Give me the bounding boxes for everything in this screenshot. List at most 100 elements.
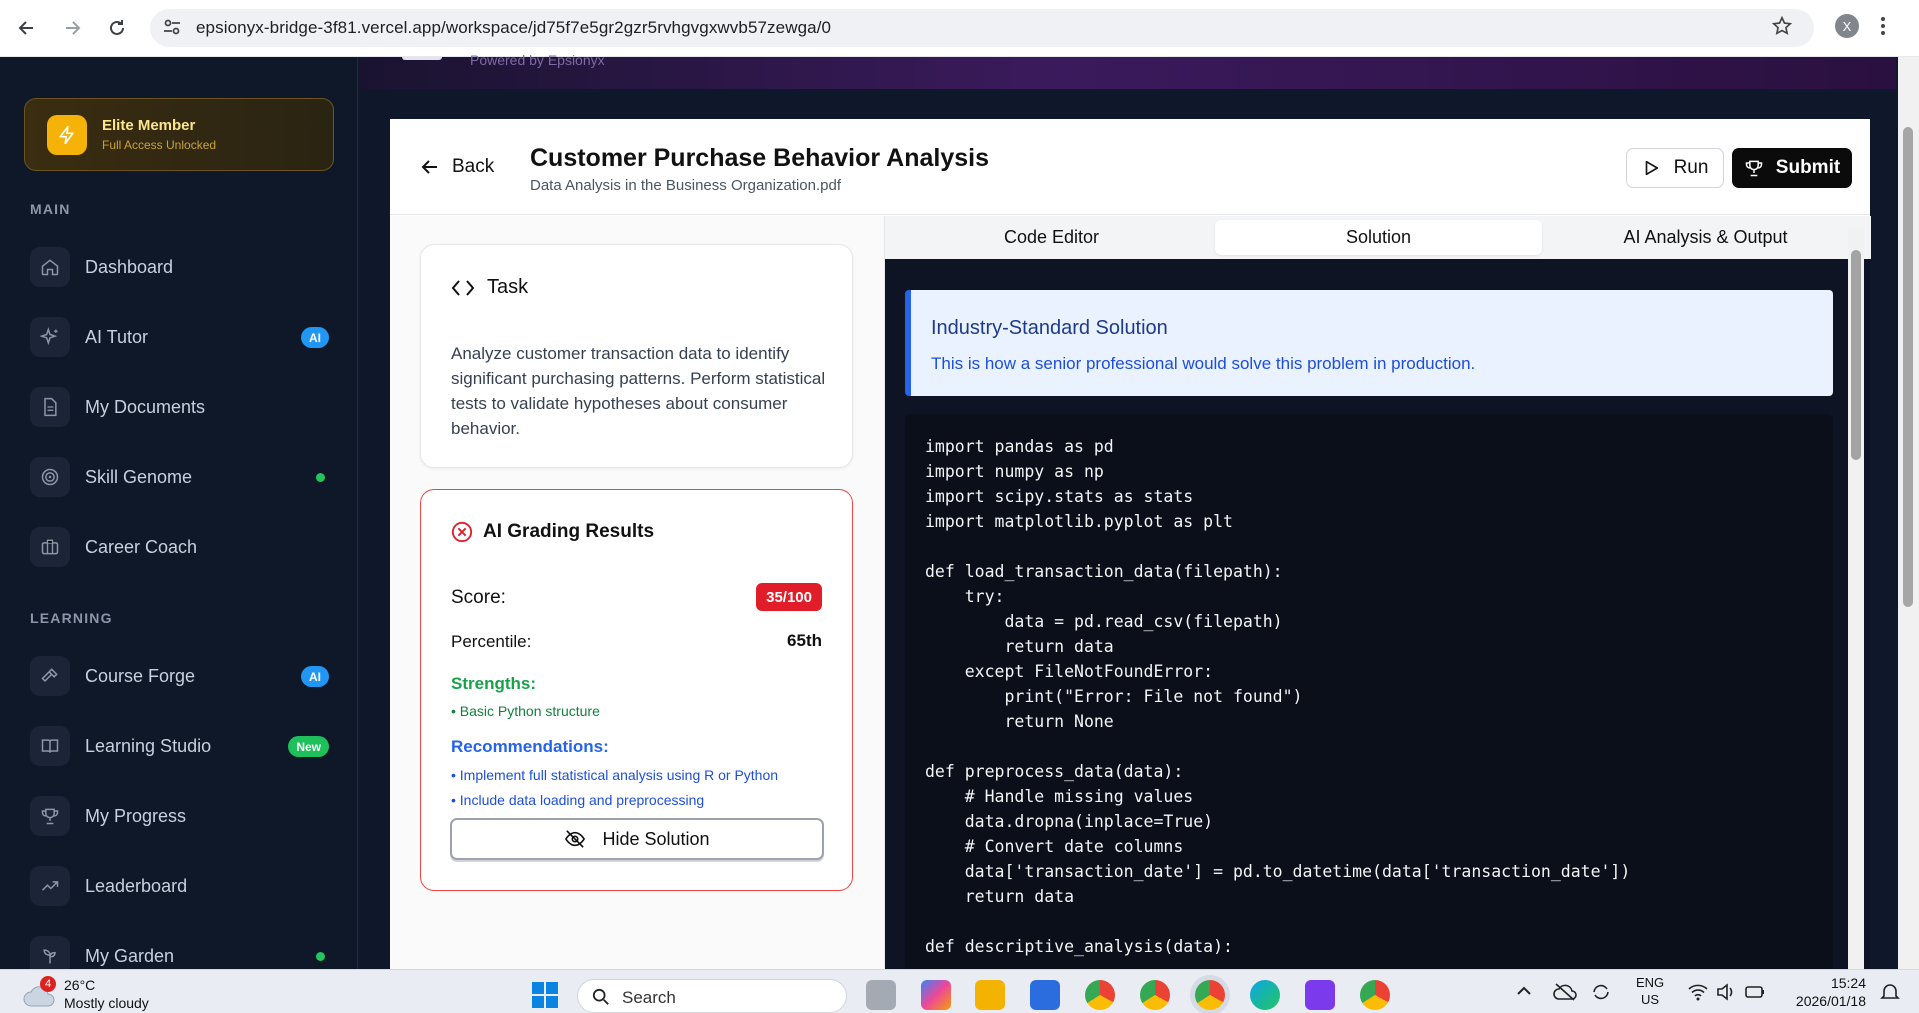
page-scrollbar-thumb[interactable] <box>1903 127 1913 607</box>
hide-solution-label: Hide Solution <box>602 828 710 849</box>
back-arrow-icon[interactable] <box>12 13 42 43</box>
page-scrollbar[interactable] <box>1898 57 1919 969</box>
elite-member-card[interactable]: Elite Member Full Access Unlocked <box>24 98 334 171</box>
sync-icon[interactable] <box>1590 982 1612 1002</box>
sidebar-item-skill-genome[interactable]: Skill Genome <box>30 453 335 501</box>
trophy-icon <box>30 796 70 836</box>
sidebar-item-my-progress[interactable]: My Progress <box>30 792 335 840</box>
ai-badge: AI <box>301 327 329 348</box>
chevron-up-icon[interactable] <box>1516 984 1532 996</box>
solution-description: This is how a senior professional would … <box>931 354 1476 373</box>
eye-off-icon <box>565 830 586 848</box>
sidebar-item-career-coach[interactable]: Career Coach <box>30 523 335 571</box>
hammer-icon <box>30 656 70 696</box>
sidebar-item-my-garden[interactable]: My Garden <box>30 932 335 969</box>
wifi-icon[interactable] <box>1688 983 1708 1001</box>
back-button[interactable]: Back <box>420 156 494 178</box>
sidebar-item-ai-tutor[interactable]: AI Tutor AI <box>30 313 335 361</box>
back-label: Back <box>452 156 495 177</box>
os-taskbar: 4 26°C Mostly cloudy Search ENG US 15:24… <box>0 969 1919 1013</box>
score-label: Score: <box>451 587 506 608</box>
solution-info-box: Industry-Standard Solution This is how a… <box>905 290 1833 396</box>
run-button[interactable]: Run <box>1626 148 1724 188</box>
sidebar-item-course-forge[interactable]: Course Forge AI <box>30 652 335 700</box>
page-title: Customer Purchase Behavior Analysis <box>530 144 989 172</box>
bookmark-star-icon[interactable] <box>1771 15 1793 37</box>
clock-date: 2026/01/18 <box>1795 993 1866 1009</box>
sidebar-item-label: Skill Genome <box>85 466 193 487</box>
sidebar-item-leaderboard[interactable]: Leaderboard <box>30 862 335 910</box>
store-icon[interactable] <box>1030 980 1060 1010</box>
notifications-icon[interactable] <box>1880 982 1900 1002</box>
clock-time: 15:24 <box>1830 975 1866 991</box>
solution-code-block[interactable]: import pandas as pd import numpy as np i… <box>905 414 1833 974</box>
cloud-off-icon[interactable] <box>1553 982 1577 1002</box>
recommendation-item: • Implement full statistical analysis us… <box>451 767 779 783</box>
system-clock[interactable]: 15:24 2026/01/18 <box>1786 974 1866 1010</box>
volume-icon[interactable] <box>1716 983 1736 1001</box>
strengths-label: Strengths: <box>451 674 536 693</box>
forward-arrow-icon[interactable] <box>57 13 87 43</box>
logo <box>402 57 442 60</box>
submit-button[interactable]: Submit <box>1732 148 1852 188</box>
code-icon <box>451 279 475 296</box>
task-panel: Task Analyze customer transaction data t… <box>390 216 884 969</box>
reload-icon[interactable] <box>102 13 132 43</box>
windows-start-icon[interactable] <box>530 980 560 1010</box>
sidebar-item-label: Dashboard <box>85 256 174 277</box>
chrome-active-icon[interactable] <box>1195 980 1225 1010</box>
strength-item: • Basic Python structure <box>451 703 600 719</box>
profile-avatar[interactable]: X <box>1835 14 1859 38</box>
chrome-profile-2-icon[interactable] <box>1360 980 1390 1010</box>
sidebar-item-label: Learning Studio <box>85 735 212 756</box>
url-text[interactable]: epsionyx-bridge-3f81.vercel.app/workspac… <box>196 18 831 38</box>
target-icon <box>30 457 70 497</box>
taskbar-search[interactable]: Search <box>577 979 847 1013</box>
grading-heading: AI Grading Results <box>451 521 654 543</box>
grading-results-card: AI Grading Results Score: 35/100 Percent… <box>420 489 853 891</box>
sidebar-item-learning-studio[interactable]: Learning Studio New <box>30 722 335 770</box>
sidebar-item-dashboard[interactable]: Dashboard <box>30 243 335 291</box>
copilot-icon[interactable] <box>921 980 951 1010</box>
sidebar-item-label: Career Coach <box>85 536 198 557</box>
book-icon <box>30 726 70 766</box>
sparkles-icon <box>30 317 70 357</box>
app-sidebar: Elite Member Full Access Unlocked MAIN D… <box>0 57 358 969</box>
sidebar-item-label: Leaderboard <box>85 875 188 896</box>
weather-condition[interactable]: Mostly cloudy <box>64 995 149 1011</box>
task-heading-label: Task <box>487 276 529 298</box>
chrome-icon[interactable] <box>1085 980 1115 1010</box>
battery-icon[interactable] <box>1744 983 1766 1001</box>
grading-heading-label: AI Grading Results <box>483 521 655 542</box>
x-circle-icon <box>451 521 473 543</box>
play-icon <box>1645 160 1658 176</box>
percentile-value: 65th <box>787 631 822 650</box>
tab-ai-analysis-output[interactable]: AI Analysis & Output <box>1542 220 1869 255</box>
language-indicator[interactable]: ENG US <box>1636 974 1664 1008</box>
site-settings-icon[interactable] <box>162 17 182 37</box>
more-options-icon[interactable] <box>1880 14 1886 38</box>
task-view-icon[interactable] <box>866 980 896 1010</box>
file-explorer-icon[interactable] <box>975 980 1005 1010</box>
lang-region: US <box>1641 992 1660 1007</box>
app-icon[interactable] <box>1305 980 1335 1010</box>
ai-badge: AI <box>301 666 329 687</box>
weather-temperature[interactable]: 26°C <box>64 977 95 993</box>
sidebar-item-label: My Progress <box>85 805 187 826</box>
hide-solution-button[interactable]: Hide Solution <box>450 818 824 860</box>
score-badge: 35/100 <box>756 583 822 611</box>
task-description: Analyze customer transaction data to ide… <box>451 344 826 438</box>
trending-up-icon <box>30 866 70 906</box>
code-scrollbar[interactable] <box>1848 228 1864 969</box>
edge-icon[interactable] <box>1250 980 1280 1010</box>
scrollbar-thumb[interactable] <box>1851 250 1861 460</box>
recommendation-item: • Include data loading and preprocessing <box>451 792 705 808</box>
chrome-profile-icon[interactable] <box>1140 980 1170 1010</box>
elite-subtitle: Full Access Unlocked <box>102 138 217 152</box>
percentile-label: Percentile: <box>451 632 532 651</box>
sidebar-item-my-documents[interactable]: My Documents <box>30 383 335 431</box>
powered-by-text: Powered by Epsionyx <box>470 52 605 68</box>
tab-code-editor[interactable]: Code Editor <box>888 220 1215 255</box>
tab-solution[interactable]: Solution <box>1215 220 1542 255</box>
section-label-learning: LEARNING <box>30 610 113 626</box>
